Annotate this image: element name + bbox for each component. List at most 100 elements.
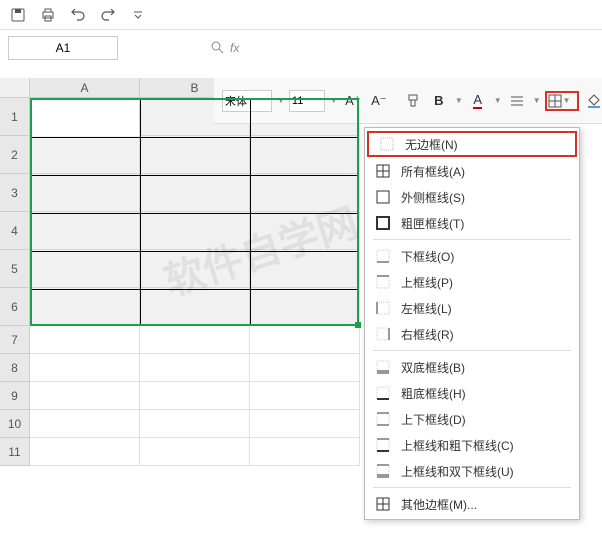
col-header-A[interactable]: A [30,78,140,98]
menu-label: 右框线(R) [401,326,454,343]
menu-item-left-border[interactable]: 左框线(L) [365,295,579,321]
menu-item-double-bottom[interactable]: 双底框线(B) [365,354,579,380]
menu-item-bottom-border[interactable]: 下框线(O) [365,243,579,269]
cell[interactable] [140,288,250,326]
cell[interactable] [250,438,360,466]
chevron-down-icon[interactable]: ▼ [563,96,571,105]
font-color-button[interactable]: A [467,90,489,112]
menu-item-thick-bottom[interactable]: 粗底框线(H) [365,380,579,406]
cell[interactable] [30,250,140,288]
chevron-down-icon[interactable]: ▼ [494,96,502,105]
chevron-down-icon[interactable]: ▼ [455,96,463,105]
search-icon[interactable] [210,40,224,57]
top-border-icon [375,274,391,290]
cell[interactable] [140,354,250,382]
font-size-select[interactable] [289,90,325,112]
bold-button[interactable]: B [428,90,450,112]
chevron-down-icon[interactable]: ▼ [277,96,285,105]
row-header[interactable]: 2 [0,136,30,174]
cell[interactable] [250,354,360,382]
row-header[interactable]: 7 [0,326,30,354]
cell[interactable] [140,136,250,174]
cell[interactable] [250,136,360,174]
save-icon[interactable] [8,5,28,25]
undo-icon[interactable] [68,5,88,25]
row-header[interactable]: 1 [0,98,30,136]
row-header[interactable]: 4 [0,212,30,250]
cell[interactable] [30,174,140,212]
increase-font-icon[interactable]: A⁺ [342,90,364,112]
cell[interactable] [30,382,140,410]
row-header[interactable]: 5 [0,250,30,288]
cell[interactable] [250,326,360,354]
format-brush-icon[interactable] [402,90,424,112]
menu-label: 下框线(O) [401,248,454,265]
row-header[interactable]: 11 [0,438,30,466]
cell[interactable] [30,438,140,466]
menu-item-top-thick-bottom[interactable]: 上框线和粗下框线(C) [365,432,579,458]
cell[interactable] [250,174,360,212]
menu-item-thick-box[interactable]: 粗匣框线(T) [365,210,579,236]
menu-label: 外侧框线(S) [401,189,465,206]
cell[interactable] [250,382,360,410]
cell[interactable] [140,250,250,288]
cell[interactable] [30,98,140,136]
row-header[interactable]: 10 [0,410,30,438]
menu-label: 粗匣框线(T) [401,215,464,232]
no-border-icon [379,136,395,152]
menu-item-right-border[interactable]: 右框线(R) [365,321,579,347]
menu-label: 其他边框(M)... [401,496,477,513]
customize-dropdown-icon[interactable] [128,5,148,25]
cell[interactable] [30,212,140,250]
cell[interactable] [250,250,360,288]
cell[interactable] [30,136,140,174]
fx-label[interactable]: fx [230,41,239,55]
ribbon-toolbar: ▼ ▼ A⁺ A⁻ B▼ A▼ ▼ ▼ 合并▼ 自动求和▼ [214,78,602,124]
border-button-highlighted[interactable]: ▼ [545,91,579,111]
name-box[interactable]: A1 [8,36,118,60]
cell[interactable] [140,174,250,212]
right-border-icon [375,326,391,342]
decrease-font-icon[interactable]: A⁻ [368,90,390,112]
menu-label: 左框线(L) [401,300,452,317]
chevron-down-icon[interactable]: ▼ [330,96,338,105]
align-button[interactable] [506,90,528,112]
select-all-corner[interactable] [0,78,30,98]
menu-item-top-border[interactable]: 上框线(P) [365,269,579,295]
menu-item-more-borders[interactable]: 其他边框(M)... [365,491,579,517]
menu-label: 上框线(P) [401,274,453,291]
row-header[interactable]: 9 [0,382,30,410]
cell[interactable] [30,288,140,326]
menu-item-outside-borders[interactable]: 外侧框线(S) [365,184,579,210]
menu-label: 上框线和粗下框线(C) [401,437,514,454]
thick-box-icon [375,215,391,231]
menu-item-top-double-bottom[interactable]: 上框线和双下框线(U) [365,458,579,484]
row-header[interactable]: 3 [0,174,30,212]
cell[interactable] [140,410,250,438]
cell[interactable] [140,212,250,250]
row-header[interactable]: 6 [0,288,30,326]
menu-item-top-bottom[interactable]: 上下框线(D) [365,406,579,432]
row-header[interactable]: 8 [0,354,30,382]
menu-label: 上下框线(D) [401,411,466,428]
redo-icon[interactable] [98,5,118,25]
fill-color-button[interactable] [583,90,602,112]
formula-bar-row: A1 fx [0,30,602,66]
cell[interactable] [140,326,250,354]
more-borders-icon [375,496,391,512]
font-name-select[interactable] [222,90,272,112]
menu-item-all-borders[interactable]: 所有框线(A) [365,158,579,184]
menu-separator [373,487,571,488]
chevron-down-icon[interactable]: ▼ [533,96,541,105]
cell[interactable] [250,212,360,250]
cell[interactable] [30,410,140,438]
cell[interactable] [250,288,360,326]
menu-label: 上框线和双下框线(U) [401,463,514,480]
cell[interactable] [250,410,360,438]
menu-item-no-border[interactable]: 无边框(N) [367,131,577,157]
cell[interactable] [140,438,250,466]
cell[interactable] [140,382,250,410]
print-icon[interactable] [38,5,58,25]
cell[interactable] [30,354,140,382]
cell[interactable] [30,326,140,354]
